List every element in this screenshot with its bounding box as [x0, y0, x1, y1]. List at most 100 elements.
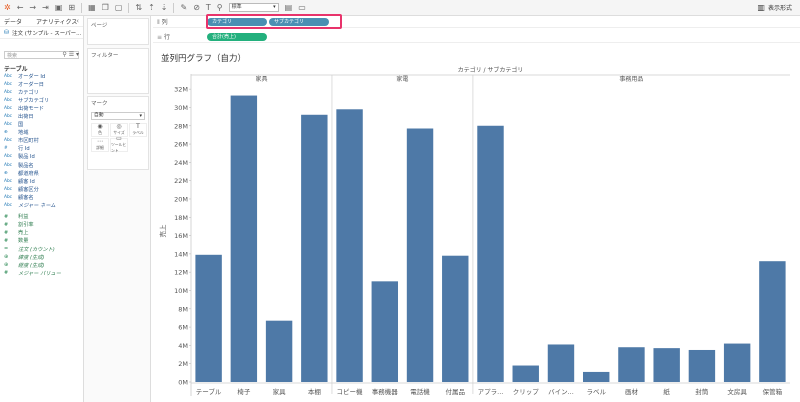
group-icon[interactable]: ⊘: [193, 3, 200, 12]
dimension-field[interactable]: Abc 出荷日: [0, 112, 83, 120]
measure-field[interactable]: ⊕ 緯度 (生成): [0, 253, 83, 261]
y-tick-label: 14M: [174, 250, 188, 258]
show-me-button[interactable]: ▥ 表示形式: [757, 3, 792, 12]
sort-ascending-icon[interactable]: ⇡: [148, 3, 155, 12]
bar: [512, 365, 539, 382]
measure-field[interactable]: # 売上: [0, 229, 83, 237]
field-name: 市区町村: [18, 138, 39, 145]
new-sheet-icon[interactable]: ▦: [88, 3, 96, 12]
field-name: 顧客区分: [18, 186, 39, 193]
fit-select[interactable]: 標準: [228, 3, 279, 12]
dimension-field[interactable]: Abc オーダー日: [0, 80, 83, 88]
search-icon[interactable]: ⚲ ☰ ▾: [62, 51, 79, 58]
bar: [442, 255, 469, 382]
bar: [582, 371, 610, 382]
field-type-icon: #: [4, 270, 9, 277]
dimension-field[interactable]: Abc 顧客区分: [0, 185, 83, 193]
data-pane-tabs: データ アナリティクス ‹: [0, 16, 83, 27]
field-name: 売上: [18, 230, 29, 237]
y-tick-label: 18M: [174, 214, 188, 222]
pages-card[interactable]: ページ: [87, 18, 149, 45]
y-tick-label: 26M: [174, 141, 188, 149]
show-cards-icon[interactable]: ▤: [285, 3, 293, 12]
field-name: 緯度 (生成): [18, 254, 45, 261]
clear-sheet-icon[interactable]: ▢: [115, 3, 123, 12]
measure-field[interactable]: # 数量: [0, 237, 83, 245]
measure-field[interactable]: # 割引率: [0, 221, 83, 229]
collapse-icon[interactable]: ‹: [76, 17, 79, 25]
y-tick-label: 22M: [174, 177, 188, 185]
dimension-field[interactable]: ⊕ 都道府県: [0, 169, 83, 177]
field-name: 利益: [18, 214, 29, 221]
field-name: 顧客 Id: [18, 178, 35, 185]
measure-pill[interactable]: 合計(売上): [207, 32, 267, 41]
bar: [759, 261, 786, 382]
undo-icon[interactable]: ←: [17, 3, 24, 12]
field-name: 出荷モード: [18, 105, 44, 112]
marks-button[interactable]: ◉ 色: [91, 123, 109, 137]
field-type-icon: Abc: [4, 186, 13, 192]
tableau-logo-icon: ✲: [4, 2, 11, 12]
tab-analytics[interactable]: アナリティクス: [36, 17, 77, 26]
dimension-field[interactable]: ⊕ 地域: [0, 129, 83, 137]
duplicate-sheet-icon[interactable]: ❐: [102, 3, 109, 12]
save-icon[interactable]: ▣: [55, 3, 63, 12]
field-type-icon: Abc: [4, 178, 13, 184]
redo-icon[interactable]: →: [29, 3, 36, 12]
sort-descending-icon[interactable]: ⇣: [161, 3, 168, 12]
rows-shelf[interactable]: ≡ 行 合計(売上): [153, 31, 800, 43]
label-toggle-icon[interactable]: T: [206, 3, 211, 12]
measure-field[interactable]: ⊕ 経度 (生成): [0, 261, 83, 269]
marks-type-select[interactable]: 自動: [91, 112, 145, 120]
tab-data[interactable]: データ: [4, 17, 22, 26]
y-tick-label: 0M: [178, 379, 188, 387]
pin-icon[interactable]: ⚲: [217, 3, 223, 12]
datasource-name: 注文 (サンプル - スーパー...: [12, 30, 82, 37]
field-type-icon: ⊕: [4, 254, 9, 261]
field-search-input[interactable]: 検索 ⚲ ☰ ▾: [4, 51, 79, 59]
marks-button[interactable]: ▭ ツールヒント: [110, 136, 128, 153]
y-tick-label: 4M: [178, 342, 188, 350]
x-tick-label: バイン...: [548, 388, 574, 396]
measure-field[interactable]: # メジャー バリュー: [0, 269, 83, 277]
y-tick-label: 32M: [174, 86, 188, 94]
field-type-icon: ⊕: [4, 262, 9, 269]
columns-shelf-label: ⦀ 列: [157, 18, 168, 26]
dimension-field[interactable]: Abc 顧客 Id: [0, 177, 83, 185]
measure-field[interactable]: # 利益: [0, 213, 83, 221]
y-tick-label: 30M: [174, 104, 188, 112]
marks-button[interactable]: ⋯ 詳細: [91, 138, 109, 152]
field-type-icon: Abc: [4, 73, 13, 79]
marks-card: マーク 自動 ◉色◎サイズTラベル⋯詳細▭ツールヒント: [87, 96, 149, 170]
highlight-icon[interactable]: ✎: [180, 3, 187, 12]
swap-icon[interactable]: ⇅: [135, 3, 142, 12]
bar: [653, 348, 680, 382]
marks-button[interactable]: T ラベル: [129, 123, 147, 137]
field-type-icon: #: [4, 237, 9, 244]
filters-card[interactable]: フィルター: [87, 48, 149, 94]
toolbar: ✲ ← → ⇥ ▣ ⊞ ▦ ❐ ▢ ⇅ ⇡ ⇣ ✎ ⊘ T ⚲ 標準 ▤ ▭ ▥…: [0, 0, 800, 16]
field-type-icon: #: [4, 213, 9, 220]
y-tick-label: 20M: [174, 195, 188, 203]
x-tick-label: テーブル: [196, 387, 222, 396]
new-datasource-icon[interactable]: ⊞: [68, 3, 75, 12]
dimension-field[interactable]: Abc 製品名: [0, 161, 83, 169]
dimension-field[interactable]: Abc 出荷モード: [0, 104, 83, 112]
dimension-field[interactable]: Abc サブカテゴリ: [0, 96, 83, 104]
marks-button-label: ラベル: [132, 130, 144, 135]
dimension-field[interactable]: Abc 市区町村: [0, 137, 83, 145]
dimension-field[interactable]: Abc 国: [0, 121, 83, 129]
presentation-icon[interactable]: ▭: [298, 3, 306, 12]
y-tick-label: 12M: [174, 269, 188, 277]
dimension-field[interactable]: # 行 Id: [0, 145, 83, 153]
dimension-field[interactable]: Abc オーダー Id: [0, 72, 83, 80]
dimension-field[interactable]: Abc 顧客名: [0, 193, 83, 201]
dimension-field[interactable]: Abc 製品 Id: [0, 153, 83, 161]
dimension-field[interactable]: Abc カテゴリ: [0, 88, 83, 96]
field-type-icon: Abc: [4, 162, 13, 168]
dimension-field[interactable]: Abc メジャー ネーム: [0, 202, 83, 210]
replay-icon[interactable]: ⇥: [42, 3, 49, 12]
worksheet-view: 並列円グラフ（自力） カテゴリ / サブカテゴリ 家具 テーブル 椅子 家具 本棚 家電 コピ…: [153, 44, 800, 402]
measure-field[interactable]: = 注文 (カウント): [0, 245, 83, 253]
datasource-item[interactable]: ⛁ 注文 (サンプル - スーパー...: [0, 27, 83, 39]
